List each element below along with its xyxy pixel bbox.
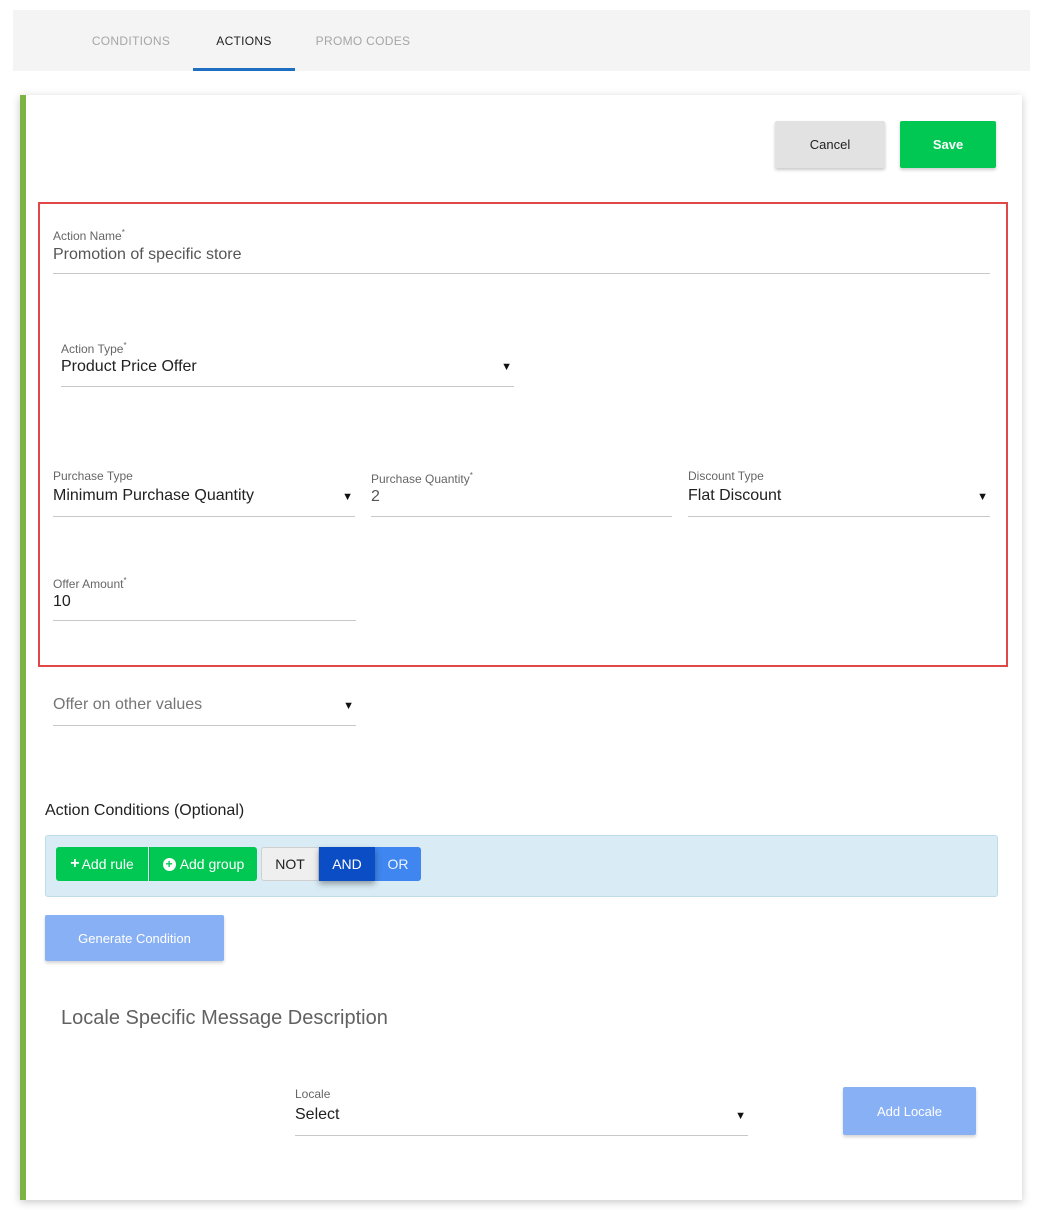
or-toggle[interactable]: OR: [375, 847, 421, 881]
discount-type-select[interactable]: Discount Type Flat Discount ▼: [688, 469, 990, 517]
generate-condition-button[interactable]: Generate Condition: [45, 915, 224, 961]
purchase-quantity-field[interactable]: Purchase Quantity* 2: [371, 469, 672, 517]
action-name-label: Action Name*: [53, 228, 125, 243]
offer-other-values-placeholder: Offer on other values: [53, 696, 203, 713]
offer-amount-label: Offer Amount*: [53, 576, 127, 591]
circle-plus-icon: +: [162, 857, 176, 871]
caret-down-icon: ▼: [735, 1110, 746, 1122]
caret-down-icon: ▼: [342, 491, 353, 503]
offer-amount-value: 10: [53, 593, 71, 610]
locale-select[interactable]: Locale Select ▼: [295, 1087, 748, 1137]
action-form-card: Cancel Save Action Name* Promotion of sp…: [20, 95, 1022, 1200]
add-rule-label: Add rule: [81, 856, 134, 872]
caret-down-icon: ▼: [977, 491, 988, 503]
locale-value: Select: [295, 1106, 340, 1123]
tab-conditions[interactable]: CONDITIONS: [83, 10, 179, 71]
offer-other-values-underline: [53, 725, 356, 726]
offer-amount-underline: [53, 620, 356, 621]
action-type-underline: [61, 386, 514, 387]
action-type-select[interactable]: Action Type* Product Price Offer ▼: [61, 339, 514, 389]
save-button[interactable]: Save: [900, 121, 996, 168]
purchase-type-underline: [53, 516, 355, 517]
locale-label: Locale: [295, 1087, 331, 1101]
add-rule-button[interactable]: + Add rule: [56, 847, 148, 881]
caret-down-icon: ▼: [501, 361, 512, 373]
purchase-type-value: Minimum Purchase Quantity: [53, 487, 254, 504]
and-toggle[interactable]: AND: [319, 847, 375, 881]
add-locale-button[interactable]: Add Locale: [843, 1087, 976, 1135]
purchase-quantity-underline: [371, 516, 672, 517]
discount-type-label: Discount Type: [688, 469, 764, 483]
purchase-quantity-value: 2: [371, 488, 380, 505]
locale-underline: [295, 1135, 748, 1136]
not-toggle[interactable]: NOT: [261, 847, 319, 881]
tab-promo-codes[interactable]: PROMO CODES: [309, 10, 417, 71]
add-group-label: Add group: [179, 856, 245, 872]
action-type-value: Product Price Offer: [61, 358, 197, 375]
add-group-button[interactable]: + Add group: [149, 847, 257, 881]
action-name-value: Promotion of specific store: [53, 246, 242, 263]
offer-other-values-select[interactable]: Offer on other values ▼: [53, 695, 356, 727]
action-name-field[interactable]: Action Name* Promotion of specific store: [53, 226, 990, 276]
purchase-type-label: Purchase Type: [53, 469, 133, 483]
action-conditions-title: Action Conditions (Optional): [45, 802, 245, 819]
purchase-type-select[interactable]: Purchase Type Minimum Purchase Quantity …: [53, 469, 355, 517]
query-builder-panel: + Add rule + Add group NOT AND OR: [45, 835, 998, 897]
discount-type-value: Flat Discount: [688, 487, 782, 504]
discount-type-underline: [688, 516, 990, 517]
locale-section-title: Locale Specific Message Description: [61, 1007, 388, 1029]
tab-bar: CONDITIONS ACTIONS PROMO CODES: [13, 10, 1030, 71]
action-name-underline: [53, 273, 990, 274]
offer-amount-field[interactable]: Offer Amount* 10: [53, 574, 356, 622]
plus-icon: +: [70, 855, 80, 872]
purchase-quantity-label: Purchase Quantity*: [371, 471, 473, 486]
caret-down-icon: ▼: [343, 700, 354, 712]
action-type-label: Action Type*: [61, 341, 127, 356]
active-tab-indicator: [193, 68, 295, 71]
tab-actions[interactable]: ACTIONS: [193, 10, 295, 71]
cancel-button[interactable]: Cancel: [775, 121, 885, 168]
